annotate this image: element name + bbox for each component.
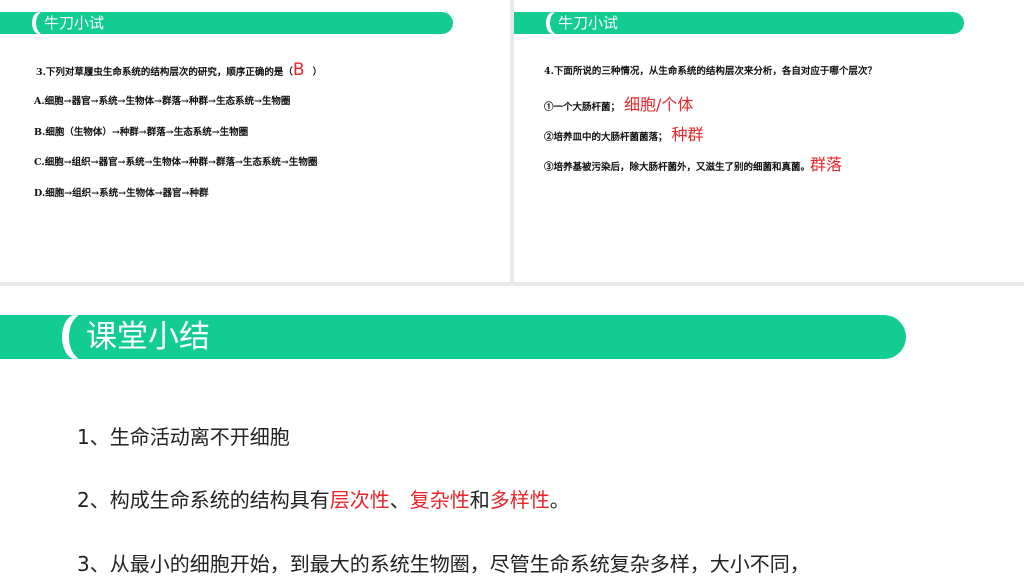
question-text: 4.下面所说的三种情况，从生命系统的结构层次来分析，各自对应于哪个层次？ — [544, 66, 877, 77]
term-complexity: 复杂性 — [409, 488, 470, 512]
question-text: 3.下列对草履虫生命系统的结构层次的研究，顺序正确的是（B ） — [36, 60, 322, 80]
sub-question-2: ②培养皿中的大肠杆菌菌落； 种群 — [544, 121, 704, 145]
summary-point-1: 1、生命活动离不开细胞 — [77, 425, 290, 449]
point-end: 。 — [549, 488, 570, 512]
question-answer: B — [292, 60, 305, 80]
sub-question-3: ③培养基被污染后，除大肠杆菌外，又滋生了别的细菌和真菌。群落 — [544, 151, 842, 175]
summary-point-3: 3、从最小的细胞开始，到最大的系统生物圈，尽管生命系统复杂多样，大小不同， — [77, 552, 810, 576]
quiz-slide-question-3: 牛刀小试 3.下列对草履虫生命系统的结构层次的研究，顺序正确的是（B ） A.细胞… — [0, 0, 510, 282]
sub-question-answer: 细胞/个体 — [624, 95, 694, 114]
quiz-slide-question-4: 牛刀小试 4.下面所说的三种情况，从生命系统的结构层次来分析，各自对应于哪个层次… — [514, 0, 1024, 282]
summary-slide: 课堂小结 1、生命活动离不开细胞 2、构成生命系统的结构具有层次性、复杂性和多样… — [0, 286, 1024, 577]
point-separator: 、 — [389, 488, 410, 512]
point-prefix: 2、构成生命系统的结构具有 — [77, 488, 330, 512]
sub-question-answer: 群落 — [810, 155, 843, 174]
term-diversity: 多样性 — [489, 488, 550, 512]
summary-point-2: 2、构成生命系统的结构具有层次性、复杂性和多样性。 — [77, 484, 570, 513]
sub-question-text: ②培养皿中的大肠杆菌菌落； — [544, 132, 668, 143]
option-a: A.细胞→器官→系统→生物体→群落→种群→生态系统→生物圈 — [34, 96, 291, 107]
option-c: C.细胞→组织→器官→系统→生物体→种群→群落→生态系统→生物圈 — [34, 157, 318, 168]
banner-title: 牛刀小试 — [44, 14, 105, 32]
sub-question-text: ①一个大肠杆菌； — [544, 102, 621, 113]
option-b: B.细胞（生物体）→种群→群落→生态系统→生物圈 — [34, 127, 249, 138]
sub-question-1: ①一个大肠杆菌； 细胞/个体 — [544, 91, 693, 115]
question-stem-end: ） — [312, 67, 323, 78]
section-banner: 牛刀小试 — [514, 12, 964, 34]
section-banner: 课堂小结 — [0, 315, 906, 359]
sub-question-answer: 种群 — [671, 125, 704, 144]
term-hierarchy: 层次性 — [329, 488, 390, 512]
question-stem: 3.下列对草履虫生命系统的结构层次的研究，顺序正确的是（ — [36, 67, 293, 78]
section-banner: 牛刀小试 — [0, 12, 453, 34]
banner-title: 牛刀小试 — [558, 14, 619, 32]
option-d: D.细胞→组织→系统→生物体→器官→种群 — [34, 188, 209, 199]
sub-question-text: ③培养基被污染后，除大肠杆菌外，又滋生了别的细菌和真菌。 — [544, 162, 811, 173]
point-separator: 和 — [469, 488, 490, 512]
banner-title: 课堂小结 — [86, 319, 210, 355]
